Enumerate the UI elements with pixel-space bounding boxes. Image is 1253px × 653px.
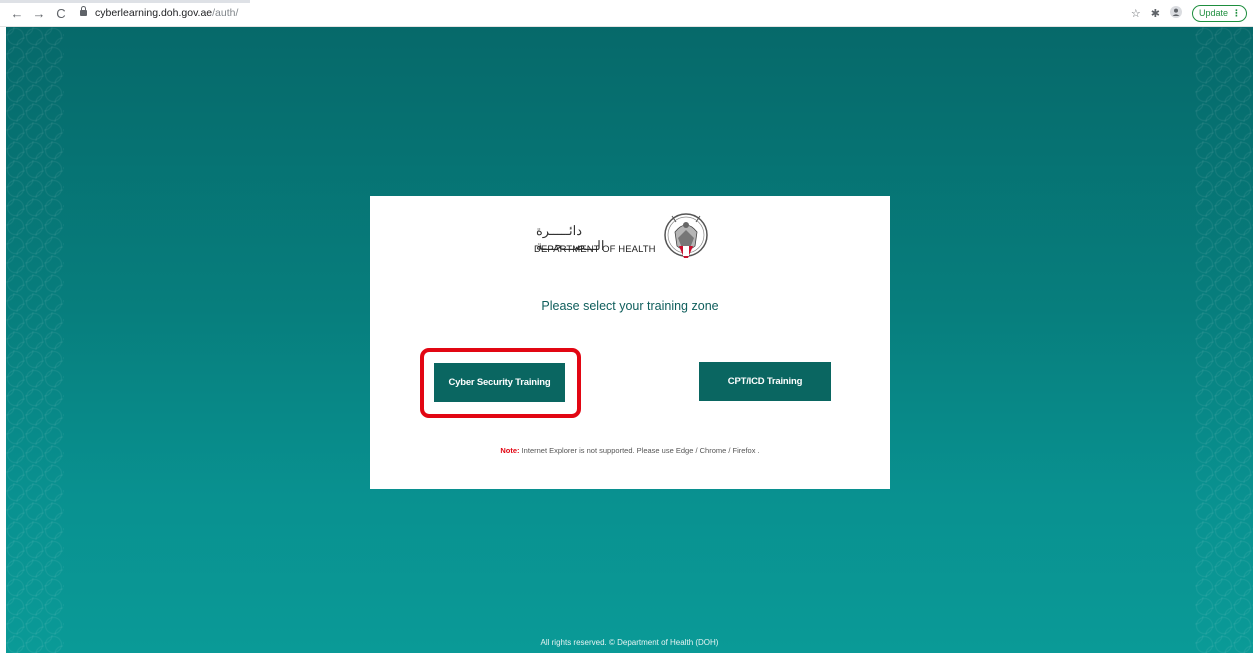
update-button[interactable]: Update ⋮ [1191,4,1247,22]
lock-icon[interactable] [80,6,87,17]
back-icon[interactable]: ← [8,4,26,22]
browser-toolbar: ← → C cyberlearning.doh.gov.ae/auth/ ☆ ✱… [0,0,1253,27]
profile-icon[interactable] [1169,5,1182,21]
cyber-security-training-button[interactable]: Cyber Security Training [434,363,565,402]
abu-dhabi-emblem-icon [664,213,708,258]
address-bar[interactable]: cyberlearning.doh.gov.ae/auth/ [80,3,1131,23]
page-viewport: دائـــــرة الـــصـــحـــة DEPARTMENT OF … [6,27,1253,653]
training-zone-card: دائـــــرة الـــصـــحـــة DEPARTMENT OF … [370,196,890,489]
note-label: Note: [500,446,520,455]
department-of-health-logo: دائـــــرة الـــصـــحـــة DEPARTMENT OF … [534,208,714,268]
update-label: Update [1198,8,1228,18]
logo-english-text: DEPARTMENT OF HEALTH [534,244,656,255]
reload-icon[interactable]: C [52,4,70,22]
decorative-pattern-right [1195,27,1253,653]
bookmark-star-icon[interactable]: ☆ [1131,7,1141,20]
note-text: Internet Explorer is not supported. Plea… [519,446,760,455]
menu-icon: ⋮ [1232,7,1241,18]
cpt-icd-training-button[interactable]: CPT/ICD Training [699,362,831,401]
forward-icon[interactable]: → [30,4,48,22]
url-path: /auth/ [212,7,239,19]
footer-copyright: All rights reserved. © Department of Hea… [540,638,719,647]
url-host: cyberlearning.doh.gov.ae [95,7,213,19]
decorative-pattern-left [6,27,64,653]
extensions-icon[interactable]: ✱ [1151,7,1160,20]
browser-support-note: Note: Internet Explorer is not supported… [370,446,890,455]
page-heading: Please select your training zone [541,299,719,313]
tab-strip-edge [0,0,250,3]
